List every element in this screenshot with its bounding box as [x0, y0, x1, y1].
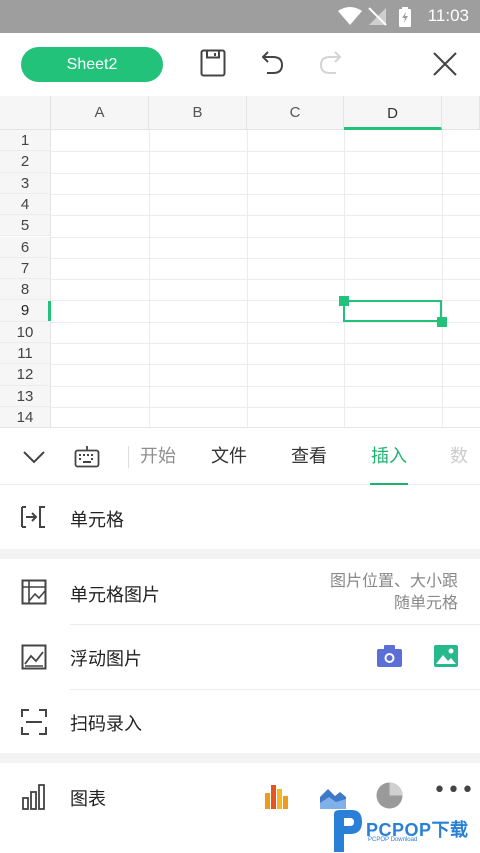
grid-line	[51, 385, 480, 387]
wifi-icon	[338, 7, 362, 25]
row-header[interactable]: 11	[0, 343, 51, 365]
cell-image-label: 单元格图片	[70, 585, 160, 606]
row-header[interactable]: 9	[0, 300, 51, 322]
section-separator	[0, 753, 480, 763]
scan-icon	[21, 709, 47, 735]
tab-insert[interactable]: 插入	[364, 428, 414, 486]
status-time: 11:03	[427, 6, 469, 25]
grid-line	[51, 172, 480, 174]
insert-cell-icon	[21, 506, 45, 528]
column-header-d[interactable]: D	[344, 96, 442, 130]
selection-handle-top-left[interactable]	[339, 296, 349, 306]
grid-line	[51, 279, 480, 281]
selected-row-marker	[48, 301, 51, 321]
sheet-switch-button[interactable]: Sheet2	[21, 47, 163, 82]
collapse-chevron-icon[interactable]	[22, 449, 46, 465]
pie-chart-icon[interactable]	[376, 782, 403, 809]
status-bar: 11:03	[0, 0, 480, 33]
pcpop-logo-icon	[334, 810, 362, 852]
grid-line	[51, 236, 480, 238]
cell-image-icon	[21, 579, 47, 605]
tab-view[interactable]: 查看	[284, 428, 334, 486]
bar-chart-icon[interactable]	[264, 783, 290, 809]
grid-corner[interactable]	[0, 96, 51, 130]
cell-image-hint-line2: 随单元格	[393, 593, 458, 612]
tab-start[interactable]: 开始	[136, 428, 176, 486]
cell-image-hint: 图片位置、大小跟 随单元格	[330, 570, 458, 614]
save-icon[interactable]	[200, 49, 226, 77]
cell-image-hint-line1: 图片位置、大小跟	[329, 571, 458, 590]
row-header[interactable]: 13	[0, 385, 51, 407]
grid-line	[51, 151, 480, 153]
scan-input-label: 扫码录入	[70, 714, 142, 735]
watermark-sub: PCPOP Download	[368, 837, 418, 843]
float-image-icon	[21, 644, 47, 670]
float-image-label: 浮动图片	[70, 649, 142, 670]
column-header-e[interactable]	[442, 96, 480, 130]
gallery-icon[interactable]	[434, 645, 458, 667]
no-signal-icon	[368, 7, 387, 26]
column-header-a[interactable]: A	[51, 96, 149, 130]
row-header[interactable]: 3	[0, 172, 51, 194]
row-header[interactable]: 2	[0, 151, 51, 173]
grid-line	[51, 406, 480, 408]
ribbon-tabs: 开始 文件 查看 插入 数	[0, 427, 480, 486]
watermark-logo: PCPOP下载 PCPOP Download	[330, 806, 480, 853]
grid-line	[51, 343, 480, 344]
scan-input-item[interactable]: 扫码录入	[0, 690, 480, 753]
top-toolbar: Sheet2	[0, 33, 480, 96]
insert-cell-label: 单元格	[70, 510, 124, 531]
battery-charging-icon	[399, 7, 411, 27]
row-header[interactable]: 6	[0, 236, 51, 258]
row-header[interactable]: 4	[0, 193, 51, 216]
selected-cell-d9[interactable]	[343, 300, 442, 322]
grid-line	[51, 364, 480, 366]
redo-icon[interactable]	[318, 49, 344, 77]
spreadsheet-grid[interactable]: A B C D 1 2 3 4 5 6 7 8 9 10 11 12 13 14	[0, 96, 480, 427]
column-header-b[interactable]: B	[149, 96, 247, 130]
chart-icon	[22, 784, 45, 810]
grid-line	[51, 215, 480, 217]
row-header[interactable]: 1	[0, 130, 51, 152]
insert-cell-item[interactable]: 单元格	[0, 485, 480, 549]
tabs-divider	[128, 446, 129, 468]
tab-data[interactable]: 数	[450, 428, 480, 486]
keyboard-icon[interactable]	[74, 445, 100, 469]
selection-handle-bottom-right[interactable]	[437, 317, 447, 327]
row-header[interactable]: 14	[0, 406, 51, 427]
row-header[interactable]: 5	[0, 215, 51, 237]
more-charts-icon[interactable]: •••	[433, 778, 475, 803]
chart-label: 图表	[70, 789, 106, 810]
tab-file[interactable]: 文件	[204, 428, 254, 486]
row-header[interactable]: 10	[0, 321, 51, 343]
column-header-c[interactable]: C	[247, 96, 344, 130]
camera-icon[interactable]	[377, 645, 402, 667]
row-header[interactable]: 12	[0, 364, 51, 386]
close-icon[interactable]	[432, 51, 458, 77]
float-image-item[interactable]: 浮动图片	[0, 625, 480, 689]
grid-line	[51, 257, 480, 259]
insert-panel: 单元格 单元格图片 图片位置、大小跟 随单元格 浮动图片 扫码录入 图表 •••	[0, 485, 480, 853]
cell-image-item[interactable]: 单元格图片 图片位置、大小跟 随单元格	[0, 559, 480, 624]
row-header[interactable]: 7	[0, 257, 51, 280]
undo-icon[interactable]	[259, 49, 285, 77]
grid-line	[51, 193, 480, 195]
row-header[interactable]: 8	[0, 279, 51, 301]
section-separator	[0, 549, 480, 559]
